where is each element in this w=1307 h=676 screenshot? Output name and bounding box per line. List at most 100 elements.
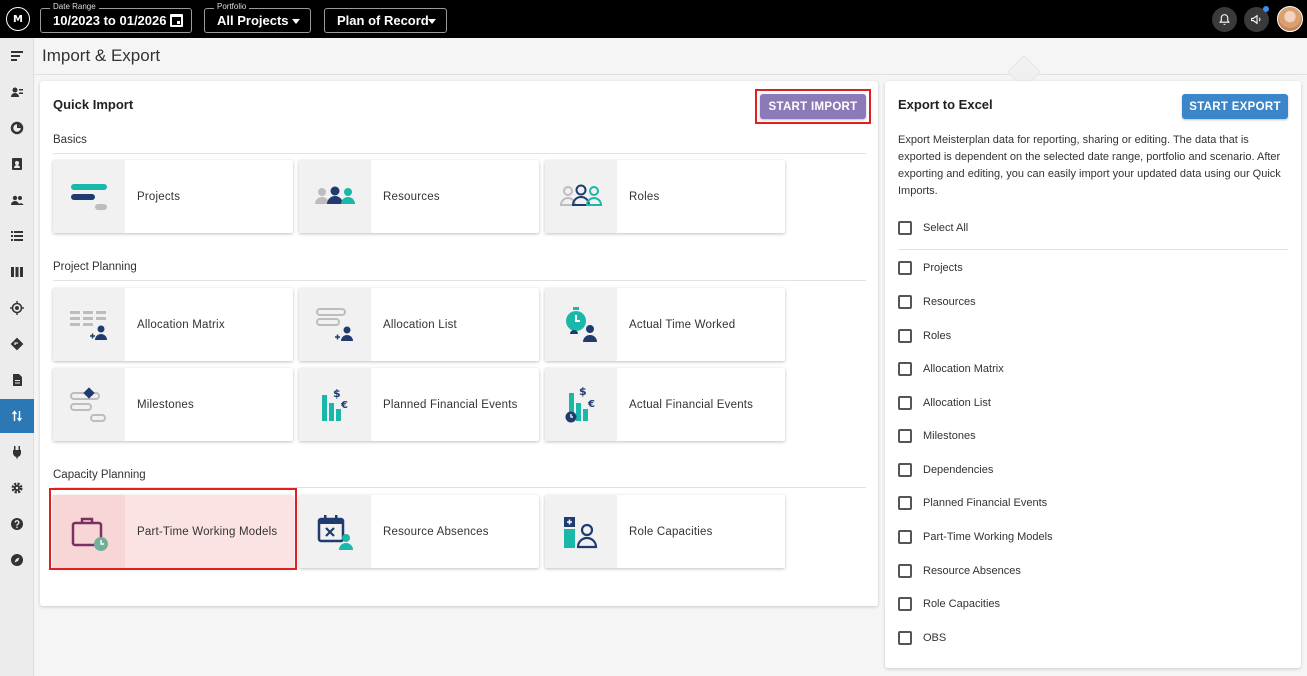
checkbox-label: Projects [923,262,963,274]
help-icon[interactable] [0,507,34,541]
scenario-value: Plan of Record [337,13,429,28]
export-option-resources[interactable]: Resources [898,293,976,311]
menu-icon[interactable] [0,39,34,73]
card-label: Roles [629,190,660,203]
quick-import-panel: Quick Import START IMPORT Basics Project… [40,81,878,606]
export-option-projects[interactable]: Projects [898,259,963,277]
checkbox[interactable] [898,362,912,376]
chevron-down-icon [428,19,436,24]
contact-card-icon[interactable] [0,147,34,181]
export-option-role-capacities[interactable]: Role Capacities [898,595,1000,613]
card-planned-financial-events[interactable]: $ € Planned Financial Events [299,368,539,441]
list-icon[interactable] [0,219,34,253]
card-label: Allocation Matrix [137,318,225,331]
portfolio-selector[interactable]: Portfolio All Projects [204,2,311,33]
card-resource-absences[interactable]: Resource Absences [299,495,539,568]
card-resources[interactable]: Resources [299,160,539,233]
export-option-resource-absences[interactable]: Resource Absences [898,562,1021,580]
checkbox[interactable] [898,631,912,645]
sidebar [0,38,34,676]
checkbox-label: Resource Absences [923,565,1021,577]
checkbox[interactable] [898,221,912,235]
checkbox[interactable] [898,496,912,510]
allocation-matrix-icon [53,288,125,361]
card-label: Actual Time Worked [629,318,736,331]
svg-text:€: € [340,400,348,411]
plug-icon[interactable] [0,435,34,469]
calendar-absence-icon [299,495,371,568]
notifications-button[interactable] [1212,7,1237,32]
person-list-icon[interactable] [0,75,34,109]
chevron-down-icon [292,19,300,24]
checkbox[interactable] [898,463,912,477]
calendar-icon [170,14,183,27]
checkbox[interactable] [898,329,912,343]
checkbox[interactable] [898,530,912,544]
checkbox-label: Role Capacities [923,598,1001,610]
card-role-capacities[interactable]: Role Capacities [545,495,785,568]
start-export-button[interactable]: START EXPORT [1182,94,1288,119]
checkbox[interactable] [898,597,912,611]
section-divider [53,280,866,281]
notification-dot [1263,6,1269,12]
card-label: Milestones [137,398,194,411]
target-icon[interactable] [0,291,34,325]
card-milestones[interactable]: Milestones [53,368,293,441]
card-actual-time-worked[interactable]: Actual Time Worked [545,288,785,361]
resources-icon [299,160,371,233]
allocation-list-icon [299,288,371,361]
checkbox[interactable] [898,396,912,410]
date-range-value: 10/2023 to 01/2026 [53,13,167,28]
select-all-checkbox[interactable]: Select All [898,219,968,237]
section-project-planning: Project Planning [53,261,137,273]
checkbox-label: Resources [923,296,976,308]
checkbox-label: Milestones [923,430,976,442]
roles-icon [545,160,617,233]
checkbox[interactable] [898,429,912,443]
section-basics: Basics [53,134,87,146]
compass-icon[interactable] [0,543,34,577]
user-avatar[interactable] [1277,6,1303,32]
checkbox-label: Dependencies [923,464,994,476]
date-range-selector[interactable]: Date Range 10/2023 to 01/2026 [40,2,192,33]
export-option-planned-financial-events[interactable]: Planned Financial Events [898,494,1047,512]
logo-text: M [13,13,23,25]
checkbox[interactable] [898,261,912,275]
card-allocation-matrix[interactable]: Allocation Matrix [53,288,293,361]
export-option-dependencies[interactable]: Dependencies [898,461,993,479]
road-sign-icon[interactable] [0,327,34,361]
checkbox-label: Part-Time Working Models [923,531,1053,543]
checkbox[interactable] [898,564,912,578]
export-option-allocation-matrix[interactable]: Allocation Matrix [898,360,1004,378]
portfolio-label: Portfolio [214,2,250,12]
checkbox[interactable] [898,295,912,309]
import-export-icon[interactable] [0,399,34,433]
card-actual-financial-events[interactable]: $ € Actual Financial Events [545,368,785,441]
gear-icon[interactable] [0,471,34,505]
scenario-selector[interactable]: Plan of Record [324,8,447,33]
role-capacity-icon [545,495,617,568]
start-import-button[interactable]: START IMPORT [760,94,866,119]
pie-chart-icon[interactable] [0,111,34,145]
export-divider [898,249,1288,250]
bell-icon [1219,14,1230,25]
top-bar: M Date Range 10/2023 to 01/2026 Portfoli… [0,0,1307,38]
svg-text:$: $ [579,385,587,398]
document-icon[interactable] [0,363,34,397]
export-option-milestones[interactable]: Milestones [898,427,976,445]
milestones-icon [53,368,125,441]
export-option-allocation-list[interactable]: Allocation List [898,394,991,412]
app-logo[interactable]: M [6,7,30,31]
export-option-roles[interactable]: Roles [898,327,951,345]
card-allocation-list[interactable]: Allocation List [299,288,539,361]
columns-icon[interactable] [0,255,34,289]
section-capacity-planning: Capacity Planning [53,469,146,481]
card-roles[interactable]: Roles [545,160,785,233]
card-label: Resource Absences [383,525,489,538]
card-projects[interactable]: Projects [53,160,293,233]
actual-finance-icon: $ € [545,368,617,441]
export-option-obs[interactable]: OBS [898,629,946,647]
people-icon[interactable] [0,183,34,217]
card-label: Resources [383,190,440,203]
export-option-part-time-working-models[interactable]: Part-Time Working Models [898,528,1053,546]
